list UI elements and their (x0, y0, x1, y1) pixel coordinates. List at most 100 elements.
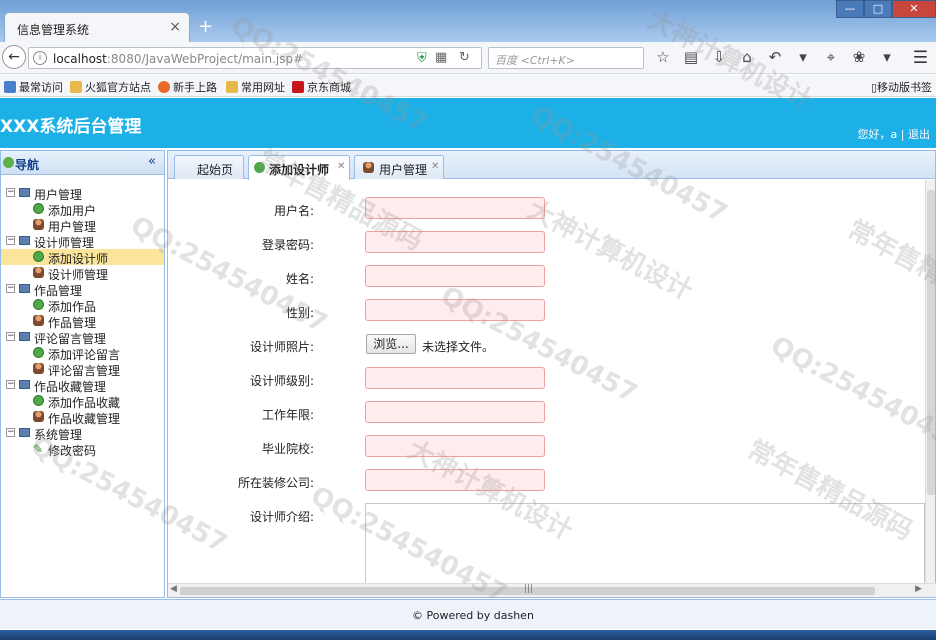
user-greeting[interactable]: 您好，a | 退出 (858, 126, 930, 142)
star-icon[interactable]: ☆ (652, 48, 674, 66)
maximize-button[interactable]: □ (864, 0, 892, 18)
footer: © Powered by dashen (0, 599, 936, 629)
crop-icon[interactable]: ⌖ (820, 48, 842, 66)
minimize-button[interactable]: — (836, 0, 864, 18)
os-taskbar (0, 630, 936, 640)
qrcode-icon[interactable]: ▦ (435, 50, 447, 65)
extension-icon[interactable]: ❀ (848, 48, 870, 66)
level-input[interactable] (365, 367, 545, 389)
url-host: localhost (53, 52, 107, 66)
add-designer-form: 用户名: 登录密码: 姓名: 性别: 设计师照片: 浏览... 未选择文件。 设… (168, 180, 926, 585)
collapse-toggle-icon[interactable]: − (6, 332, 15, 341)
menu-icon[interactable]: ☰ (913, 48, 928, 68)
sidebar-item[interactable]: 用户管理 (1, 217, 164, 234)
username-input[interactable] (365, 197, 545, 219)
tree-group[interactable]: − 用户管理 (1, 185, 164, 202)
bookmarks-bar: 最常访问 火狐官方站点 新手上路 常用网址 京东商城 ▯移动版书签 (0, 75, 936, 97)
sidebar-title: 导航 (15, 158, 40, 172)
sidebar-item[interactable]: 评论留言管理 (1, 361, 164, 378)
form-row-company: 所在装修公司: (168, 469, 926, 493)
address-bar[interactable]: i localhost:8080/JavaWebProject/main.jsp… (28, 47, 482, 69)
tree-group[interactable]: − 作品管理 (1, 281, 164, 298)
download-icon[interactable]: ⇩ (708, 48, 730, 66)
sidebar-item[interactable]: 作品收藏管理 (1, 409, 164, 426)
work-years-input[interactable] (365, 401, 545, 423)
tab-bar: 起始页 添加设计师 ✕ 用户管理 ✕ (168, 151, 935, 180)
sidebar-item[interactable]: ✎ 修改密码 (1, 441, 164, 458)
tree-group[interactable]: − 系统管理 (1, 425, 164, 442)
undo-icon[interactable]: ↶ (764, 48, 786, 66)
gender-input[interactable] (365, 299, 545, 321)
mobile-bookmarks[interactable]: ▯移动版书签 (871, 79, 932, 95)
bookmark-item[interactable]: 常用网址 (226, 79, 285, 95)
collapse-toggle-icon[interactable]: − (6, 284, 15, 293)
close-icon[interactable]: ✕ (337, 161, 345, 172)
sidebar-item[interactable]: 添加作品 (1, 297, 164, 314)
close-window-button[interactable]: ✕ (892, 0, 936, 18)
field-label: 登录密码: (261, 238, 314, 252)
chevron-down-icon[interactable]: ▾ (876, 48, 898, 66)
search-input[interactable]: 百度 <Ctrl+K> (488, 47, 644, 69)
back-button[interactable]: ← (2, 45, 26, 69)
footer-text: © Powered by dashen (412, 609, 534, 622)
field-label: 毕业院校: (261, 442, 314, 456)
user-icon (33, 411, 44, 422)
tree-group[interactable]: − 作品收藏管理 (1, 377, 164, 394)
tab-add-designer[interactable]: 添加设计师 ✕ (248, 155, 350, 180)
collapse-icon[interactable]: « (148, 154, 156, 169)
computer-icon (19, 284, 30, 293)
close-icon[interactable]: × (169, 19, 181, 35)
browser-tab-title: 信息管理系统 (17, 23, 90, 37)
user-icon (33, 219, 44, 230)
toolbar-icons: ☆ ▤ ⇩ ⌂ ↶ ▾ ⌖ ❀ ▾ (652, 48, 898, 66)
sidebar-item[interactable]: 添加设计师 (1, 249, 164, 266)
reload-icon[interactable]: ↻ (459, 50, 470, 65)
tab-home[interactable]: 起始页 (174, 155, 244, 179)
pencil-icon: ✎ (33, 442, 44, 456)
bookmark-label: 火狐官方站点 (85, 81, 151, 94)
bookmark-item[interactable]: 京东商城 (292, 79, 351, 95)
collapse-toggle-icon[interactable]: − (6, 236, 15, 245)
collapse-toggle-icon[interactable]: − (6, 428, 15, 437)
shield-icon[interactable]: ⛨ (417, 51, 427, 66)
info-icon[interactable]: i (33, 51, 47, 65)
new-tab-button[interactable]: + (198, 16, 213, 37)
scroll-thumb[interactable] (927, 190, 935, 495)
sidebar-item[interactable]: 设计师管理 (1, 265, 164, 282)
reader-icon[interactable]: ▤ (680, 48, 702, 66)
intro-textarea[interactable] (365, 503, 925, 585)
bookmark-item[interactable]: 最常访问 (4, 79, 63, 95)
bookmark-item[interactable]: 火狐官方站点 (70, 79, 151, 95)
school-input[interactable] (365, 435, 545, 457)
scroll-left-icon[interactable]: ◀ (170, 584, 177, 594)
sidebar-item[interactable]: 添加作品收藏 (1, 393, 164, 410)
horizontal-scrollbar[interactable]: ◀ ||| ▶ (168, 583, 936, 597)
user-icon (33, 363, 44, 374)
computer-icon (19, 236, 30, 245)
add-icon (254, 162, 265, 173)
sidebar-item[interactable]: 添加用户 (1, 201, 164, 218)
user-icon (33, 315, 44, 326)
sidebar-item[interactable]: 作品管理 (1, 313, 164, 330)
close-icon[interactable]: ✕ (431, 161, 439, 172)
bookmark-item[interactable]: 新手上路 (158, 79, 217, 95)
sidebar-item[interactable]: 添加评论留言 (1, 345, 164, 362)
collapse-toggle-icon[interactable]: − (6, 380, 15, 389)
scroll-right-icon[interactable]: ▶ (915, 584, 922, 594)
home-icon[interactable]: ⌂ (736, 48, 758, 66)
mobile-bookmarks-label: 移动版书签 (877, 81, 932, 94)
tab-user-management[interactable]: 用户管理 ✕ (354, 155, 444, 179)
password-input[interactable] (365, 231, 545, 253)
bookmark-label: 最常访问 (19, 81, 63, 94)
tree-group[interactable]: − 设计师管理 (1, 233, 164, 250)
collapse-toggle-icon[interactable]: − (6, 188, 15, 197)
chevron-down-icon[interactable]: ▾ (792, 48, 814, 66)
browser-tab[interactable]: 信息管理系统 × (4, 12, 190, 42)
url-text: localhost:8080/JavaWebProject/main.jsp# (53, 52, 303, 66)
tree-group[interactable]: − 评论留言管理 (1, 329, 164, 346)
company-input[interactable] (365, 469, 545, 491)
vertical-scrollbar[interactable] (925, 180, 935, 585)
browse-button[interactable]: 浏览... (366, 334, 416, 354)
field-label: 设计师级别: (249, 374, 314, 388)
name-input[interactable] (365, 265, 545, 287)
